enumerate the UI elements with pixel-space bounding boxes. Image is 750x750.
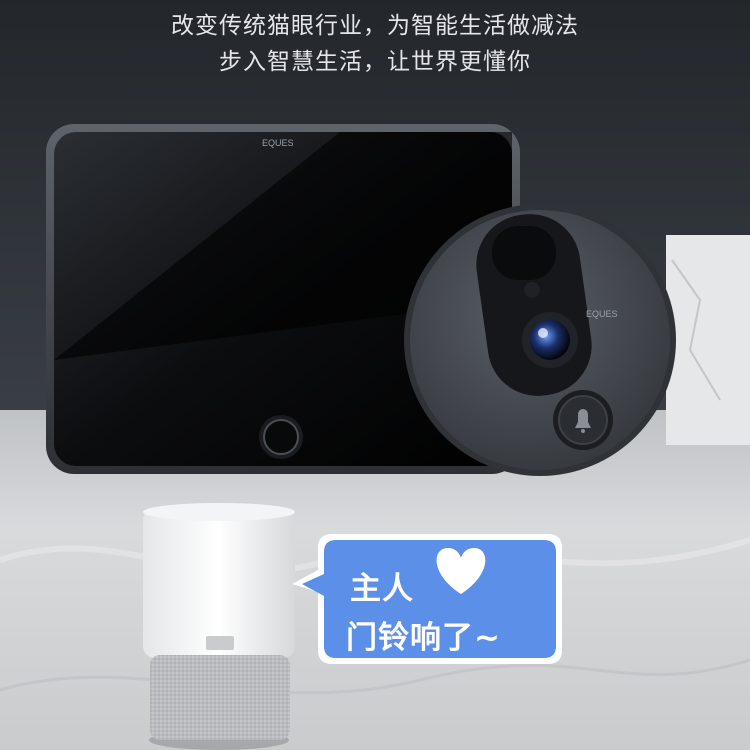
bell-icon[interactable] [553,390,613,450]
marble-block [666,235,750,445]
fingerprint-button-icon[interactable] [259,415,303,459]
slogan-line-1: 改变传统猫眼行业，为智能生活做减法 [171,13,579,39]
door-camera: EQUES [404,204,676,476]
monitor-brand-logo: EQUES [262,138,294,148]
smart-speaker [143,503,295,750]
speaker-led-grille [206,636,234,650]
bubble-text-line-1: 主人 [350,571,414,607]
camera-brand-logo: EQUES [586,309,618,319]
sensor-window [492,226,556,280]
bubble-text-line-2: 门铃响了~ [346,620,501,656]
slogan-line-2: 步入智慧生活，让世界更懂你 [219,49,531,75]
ir-sensor [524,282,540,298]
